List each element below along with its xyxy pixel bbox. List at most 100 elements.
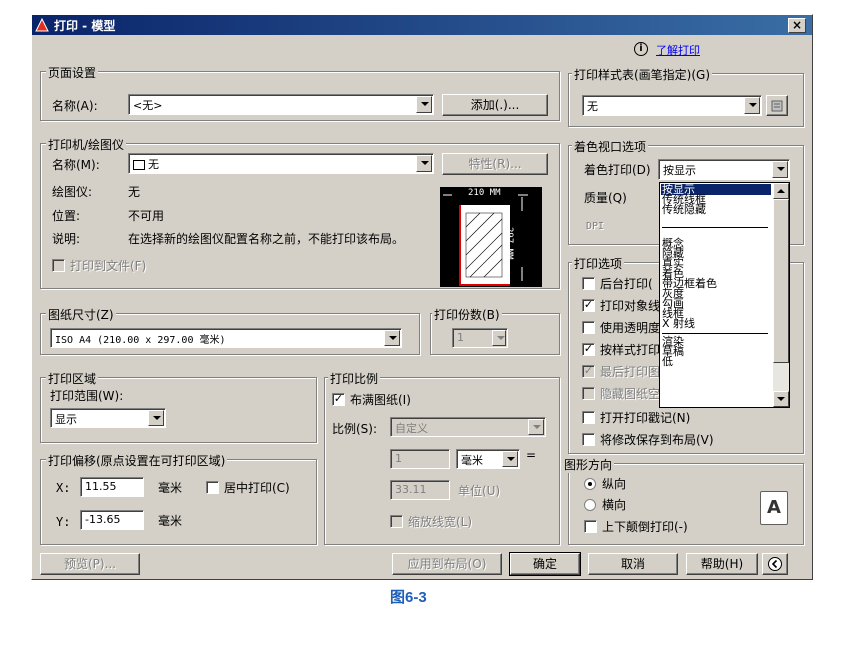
plot-options-group-label: 打印选项 — [572, 255, 625, 272]
scale-paper-units-input[interactable]: 1 — [390, 449, 450, 469]
save-changes-to-layout-label: 将修改保存到布局(V) — [600, 433, 714, 447]
scroll-thumb[interactable] — [773, 199, 789, 363]
apply-to-layout-button[interactable]: 应用到布局(O) — [392, 553, 502, 575]
paper-size-dropdown[interactable]: ISO A4 (210.00 x 297.00 毫米) — [50, 328, 402, 348]
dpi-label: DPI — [586, 221, 605, 232]
copies-spinner[interactable]: 1 — [452, 328, 508, 348]
chevron-down-icon — [772, 161, 788, 178]
plot-style-table-group-label: 打印样式表(画笔指定)(G) — [572, 66, 713, 83]
plot-with-styles-checkbox[interactable] — [582, 343, 595, 356]
printer-name-label: 名称(M): — [52, 158, 100, 172]
page-setup-name-dropdown[interactable]: <无> — [128, 94, 434, 115]
orientation-icon: A — [760, 491, 788, 525]
shade-plot-value: 按显示 — [663, 164, 696, 177]
hide-paperspace-objects-label: 隐藏图纸空 — [600, 387, 661, 401]
dropdown-option[interactable]: 传统隐藏 — [662, 204, 706, 215]
equals-sign: = — [526, 448, 537, 462]
dropdown-separator — [662, 227, 768, 228]
ok-button[interactable]: 确定 — [509, 552, 581, 576]
scale-label: 比例(S): — [332, 422, 378, 436]
learn-about-plotting-link[interactable]: 了解打印 — [656, 42, 700, 58]
shade-plot-dropdown-list[interactable]: 按显示 传统线框 传统隐藏 概念 隐藏 真实 着色 带边框着色 灰度 勾画 线框… — [659, 182, 790, 408]
scale-dropdown[interactable]: 自定义 — [390, 417, 546, 437]
description-value: 在选择新的绘图仪配置名称之前，不能打印该布局。 — [128, 232, 405, 246]
plot-scale-group-label: 打印比例 — [328, 370, 381, 387]
plot-area-group-label: 打印区域 — [46, 370, 99, 387]
plot-stamp-label: 打开打印戳记(N) — [600, 411, 691, 425]
scale-lineweights-label: 缩放线宽(L) — [408, 515, 473, 529]
portrait-label: 纵向 — [602, 477, 627, 491]
location-label: 位置: — [52, 209, 81, 223]
preview-button[interactable]: 预览(P)... — [40, 553, 140, 575]
plot-style-table-dropdown[interactable]: 无 — [582, 95, 762, 116]
dropdown-option[interactable]: X 射线 — [662, 318, 695, 329]
collapse-options-button[interactable] — [762, 553, 788, 575]
plot-with-styles-label: 按样式打印 — [600, 343, 661, 357]
y-offset-input[interactable]: -13.65 — [80, 510, 144, 530]
plot-offset-group-label: 打印偏移(原点设置在可打印区域) — [46, 452, 228, 469]
y-offset-label: Y: — [56, 515, 71, 529]
background-plot-checkbox[interactable] — [582, 277, 595, 290]
printer-properties-button[interactable]: 特性(R)... — [442, 153, 548, 175]
scale-drawing-units-input[interactable]: 33.11 — [390, 480, 450, 500]
figure-caption: 图6-3 — [390, 589, 427, 606]
edit-plot-style-button[interactable] — [766, 95, 788, 116]
circle-arrow-left-icon — [768, 557, 782, 571]
paper-size-value: ISO A4 (210.00 x 297.00 毫米) — [55, 335, 226, 346]
center-plot-label: 居中打印(C) — [224, 481, 290, 495]
dropdown-separator — [662, 333, 768, 334]
chevron-down-icon — [416, 155, 432, 172]
plot-transparency-checkbox[interactable] — [582, 321, 595, 334]
cancel-button[interactable]: 取消 — [588, 553, 678, 575]
scroll-up-button[interactable] — [773, 183, 789, 199]
plot-upside-down-checkbox[interactable] — [584, 520, 597, 533]
copies-value: 1 — [457, 331, 464, 344]
save-changes-to-layout-checkbox[interactable] — [582, 433, 595, 446]
dropdown-scrollbar[interactable] — [773, 183, 789, 407]
paper-preview-graphic — [443, 194, 528, 286]
fit-to-paper-label: 布满图纸(I) — [350, 393, 411, 407]
window-title: 打印 - 模型 — [54, 19, 116, 33]
chevron-down-icon — [148, 410, 164, 426]
plotter-label: 绘图仪: — [52, 185, 93, 199]
scroll-down-button[interactable] — [773, 391, 789, 407]
hide-paperspace-objects-checkbox[interactable] — [582, 387, 595, 400]
chevron-up-icon — [777, 189, 785, 193]
printer-plotter-group-label: 打印机/绘图仪 — [46, 136, 127, 153]
plot-paperspace-last-checkbox[interactable] — [582, 365, 595, 378]
landscape-radio[interactable] — [584, 499, 596, 511]
printer-name-dropdown[interactable]: 无 — [128, 153, 434, 174]
page-setup-name-value: <无> — [133, 99, 163, 112]
plot-object-lineweights-checkbox[interactable] — [582, 299, 595, 312]
help-button[interactable]: 帮助(H) — [686, 553, 758, 575]
chevron-down-icon — [416, 96, 432, 113]
plot-paperspace-last-label: 最后打印图 — [600, 365, 661, 379]
portrait-radio[interactable] — [584, 478, 596, 490]
chevron-down-icon — [384, 330, 400, 346]
fit-to-paper-checkbox[interactable] — [332, 393, 345, 406]
scale-value: 自定义 — [395, 422, 428, 435]
scale-lineweights-checkbox[interactable] — [390, 515, 403, 528]
plot-object-lineweights-label: 打印对象线 — [600, 299, 661, 313]
paper-preview: 210 MM 297 MM — [440, 187, 542, 287]
close-button[interactable]: × — [788, 18, 806, 33]
plot-stamp-checkbox[interactable] — [582, 411, 595, 424]
plot-range-dropdown[interactable]: 显示 — [50, 408, 166, 428]
preview-height-label: 297 MM — [504, 227, 514, 260]
scale-unit-dropdown[interactable]: 毫米 — [456, 449, 520, 469]
title-bar[interactable]: 打印 - 模型 × — [32, 15, 812, 35]
print-to-file-checkbox[interactable] — [52, 259, 65, 272]
page-setup-group-label: 页面设置 — [46, 64, 99, 81]
dropdown-option[interactable]: 低 — [662, 356, 673, 367]
chevron-down-icon — [502, 451, 518, 467]
plot-dialog: 打印 - 模型 × i 了解打印 页面设置 名称(A): <无> 添加(.)..… — [31, 14, 813, 580]
printer-icon — [133, 160, 145, 170]
landscape-label: 横向 — [602, 498, 627, 512]
chevron-down-icon — [744, 97, 760, 114]
spin-arrows-icon — [492, 330, 506, 346]
shade-plot-dropdown[interactable]: 按显示 — [658, 159, 790, 180]
center-plot-checkbox[interactable] — [206, 481, 219, 494]
x-offset-input[interactable]: 11.55 — [80, 477, 144, 497]
printer-name-value: 无 — [148, 158, 159, 171]
add-page-setup-button[interactable]: 添加(.)... — [442, 94, 548, 116]
